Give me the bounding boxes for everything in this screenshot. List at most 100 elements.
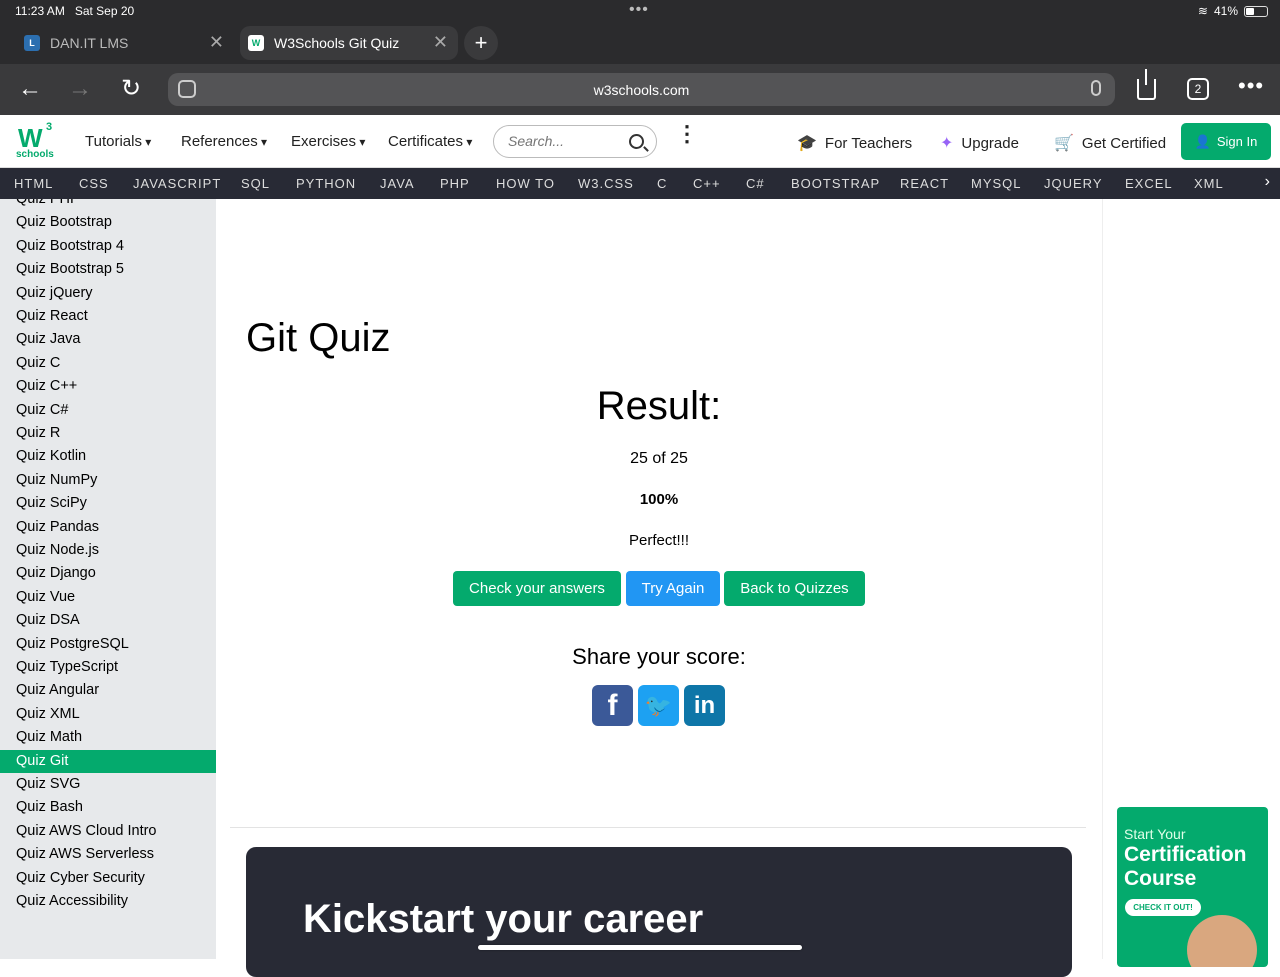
sidebar-item[interactable]: Quiz TypeScript bbox=[0, 656, 216, 679]
forward-arrow-icon[interactable]: → bbox=[68, 76, 92, 102]
topnav-item[interactable]: BOOTSTRAP bbox=[791, 176, 880, 191]
score-percent: 100% bbox=[639, 491, 679, 508]
sidebar-item[interactable]: Quiz Math bbox=[0, 726, 216, 749]
close-tab-icon[interactable]: ✕ bbox=[209, 32, 224, 53]
status-time: 11:23 AM Sat Sep 20 bbox=[15, 4, 135, 18]
sidebar-item[interactable]: Quiz jQuery bbox=[0, 282, 216, 305]
sidebar-item[interactable]: Quiz React bbox=[0, 305, 216, 328]
sidebar-item[interactable]: Quiz PHP bbox=[0, 199, 216, 211]
sidebar-item[interactable]: Quiz AWS Serverless bbox=[0, 843, 216, 866]
reload-icon[interactable]: ↻ bbox=[121, 76, 141, 102]
sidebar-item[interactable]: Quiz DSA bbox=[0, 609, 216, 632]
twitter-icon[interactable]: 🐦 bbox=[638, 685, 679, 726]
sidebar-item[interactable]: Quiz Django bbox=[0, 562, 216, 585]
address-bar[interactable]: w3schools.com bbox=[168, 73, 1115, 106]
sidebar-item[interactable]: Quiz Accessibility bbox=[0, 890, 216, 913]
tab-title: DAN.IT LMS bbox=[50, 35, 129, 51]
sidebar-item[interactable]: Quiz Bash bbox=[0, 796, 216, 819]
sidebar-item[interactable]: Quiz Kotlin bbox=[0, 445, 216, 468]
menu-exercises[interactable]: Exercises bbox=[291, 133, 365, 150]
sidebar-item[interactable]: Quiz XML bbox=[0, 703, 216, 726]
topic-nav: HTML CSS JAVASCRIPT SQL PYTHON JAVA PHP … bbox=[0, 168, 1280, 199]
sparkle-icon: ✦ bbox=[940, 135, 954, 152]
get-certified-link[interactable]: 🛒 Get Certified bbox=[1054, 133, 1166, 153]
sidebar-item[interactable]: Quiz SVG bbox=[0, 773, 216, 796]
back-to-quizzes-button[interactable]: Back to Quizzes bbox=[724, 571, 865, 606]
sidebar-item[interactable]: Quiz Angular bbox=[0, 679, 216, 702]
sidebar-item[interactable]: Quiz C bbox=[0, 352, 216, 375]
sidebar-item[interactable]: Quiz Bootstrap bbox=[0, 211, 216, 234]
topnav-item[interactable]: C bbox=[657, 176, 667, 191]
linkedin-icon[interactable]: in bbox=[684, 685, 725, 726]
search-icon[interactable] bbox=[629, 134, 644, 149]
sidebar-item[interactable]: Quiz NumPy bbox=[0, 469, 216, 492]
topnav-item[interactable]: XML bbox=[1194, 176, 1224, 191]
career-banner: Kickstart your career bbox=[246, 847, 1072, 977]
sidebar-item[interactable]: Quiz AWS Cloud Intro bbox=[0, 820, 216, 843]
home-indicator[interactable] bbox=[478, 945, 802, 950]
topnav-item[interactable]: EXCEL bbox=[1125, 176, 1173, 191]
sidebar-item[interactable]: Quiz Git bbox=[0, 749, 216, 773]
site-header: W 3 schools Tutorials References Exercis… bbox=[0, 115, 1280, 168]
try-again-button[interactable]: Try Again bbox=[626, 571, 720, 606]
check-answers-button[interactable]: Check your answers bbox=[453, 571, 621, 606]
sidebar-item[interactable]: Quiz R bbox=[0, 422, 216, 445]
topnav-item[interactable]: C# bbox=[746, 176, 765, 191]
tab-overview-button[interactable]: 2 bbox=[1187, 78, 1209, 100]
back-arrow-icon[interactable]: ← bbox=[18, 76, 42, 102]
multitask-dots-icon[interactable]: ••• bbox=[629, 1, 649, 19]
battery-percent: 41% bbox=[1213, 4, 1238, 18]
w3schools-logo[interactable]: W 3 schools bbox=[16, 121, 56, 163]
facebook-icon[interactable]: f bbox=[592, 685, 633, 726]
topnav-item[interactable]: CSS bbox=[79, 176, 109, 191]
topnav-item[interactable]: PYTHON bbox=[296, 176, 356, 191]
sidebar-item[interactable]: Quiz PostgreSQL bbox=[0, 633, 216, 656]
browser-tab-dan-it[interactable]: L DAN.IT LMS ✕ bbox=[8, 26, 234, 60]
topnav-item[interactable]: PHP bbox=[440, 176, 470, 191]
favicon-icon: W bbox=[248, 35, 264, 51]
ad-cta-button[interactable]: CHECK IT OUT! bbox=[1125, 899, 1201, 916]
browser-toolbar: ← → ↻ w3schools.com 2 ••• bbox=[0, 64, 1280, 115]
topnav-item[interactable]: SQL bbox=[241, 176, 270, 191]
page-settings-icon[interactable] bbox=[178, 80, 196, 98]
share-icon[interactable] bbox=[1137, 69, 1156, 100]
topnav-item[interactable]: W3.CSS bbox=[578, 176, 634, 191]
sidebar-item[interactable]: Quiz Pandas bbox=[0, 516, 216, 539]
close-tab-icon[interactable]: ✕ bbox=[433, 32, 448, 53]
microphone-icon[interactable] bbox=[1091, 80, 1101, 96]
chevron-right-icon[interactable]: › bbox=[1265, 173, 1270, 191]
result-heading: Result: bbox=[596, 384, 722, 428]
certification-ad[interactable]: Start Your Certification Course CHECK IT… bbox=[1117, 807, 1268, 967]
topnav-item[interactable]: HOW TO bbox=[496, 176, 555, 191]
sidebar-item[interactable]: Quiz Vue bbox=[0, 586, 216, 609]
menu-tutorials[interactable]: Tutorials bbox=[85, 133, 151, 150]
wifi-icon: ≋ bbox=[1197, 4, 1208, 18]
topnav-item[interactable]: MYSQL bbox=[971, 176, 1022, 191]
sidebar-item[interactable]: Quiz SciPy bbox=[0, 492, 216, 515]
sidebar-item[interactable]: Quiz C# bbox=[0, 399, 216, 422]
ad-person-image bbox=[1187, 915, 1257, 967]
sidebar-item[interactable]: Quiz Java bbox=[0, 328, 216, 351]
sidebar-item[interactable]: Quiz Cyber Security bbox=[0, 867, 216, 890]
sidebar-item[interactable]: Quiz Bootstrap 5 bbox=[0, 258, 216, 281]
new-tab-button[interactable]: + bbox=[464, 26, 498, 60]
browser-tab-bar: L DAN.IT LMS ✕ W W3Schools Git Quiz ✕ bbox=[0, 22, 1280, 64]
upgrade-link[interactable]: ✦ Upgrade bbox=[940, 133, 1019, 153]
topnav-item[interactable]: JAVASCRIPT bbox=[133, 176, 221, 191]
sidebar-item[interactable]: Quiz Node.js bbox=[0, 539, 216, 562]
topnav-item[interactable]: JAVA bbox=[380, 176, 415, 191]
more-options-icon[interactable]: ••• bbox=[1238, 73, 1264, 99]
topnav-item[interactable]: JQUERY bbox=[1044, 176, 1103, 191]
topnav-item[interactable]: C++ bbox=[693, 176, 721, 191]
sidebar-item[interactable]: Quiz C++ bbox=[0, 375, 216, 398]
sign-in-button[interactable]: 👤 Sign In bbox=[1181, 123, 1271, 160]
topnav-item[interactable]: REACT bbox=[900, 176, 949, 191]
menu-references[interactable]: References bbox=[181, 133, 267, 150]
browser-tab-w3schools[interactable]: W W3Schools Git Quiz ✕ bbox=[240, 26, 458, 60]
topnav-item[interactable]: HTML bbox=[14, 176, 53, 191]
sidebar-item[interactable]: Quiz Bootstrap 4 bbox=[0, 235, 216, 258]
search-input[interactable] bbox=[508, 133, 618, 149]
for-teachers-link[interactable]: 🎓 For Teachers bbox=[797, 133, 912, 153]
more-menu-icon[interactable]: ⋮ bbox=[676, 123, 698, 145]
menu-certificates[interactable]: Certificates bbox=[388, 133, 472, 150]
